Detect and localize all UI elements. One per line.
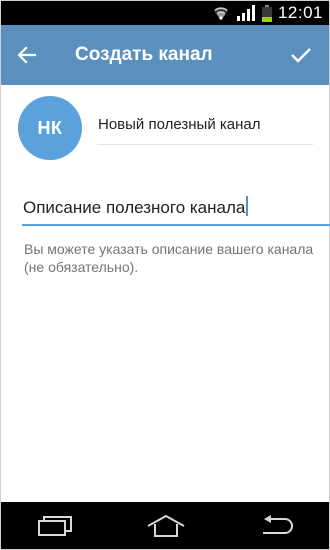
status-bar: 12:01 xyxy=(1,1,329,25)
avatar-initials: НК xyxy=(37,117,63,138)
description-hint: Вы можете указать описание вашего канала… xyxy=(24,241,314,275)
arrow-left-icon xyxy=(17,46,37,64)
channel-description-input[interactable]: Описание полезного канала xyxy=(22,188,330,224)
channel-avatar[interactable]: НК xyxy=(18,96,82,160)
done-button[interactable] xyxy=(285,39,317,71)
check-icon xyxy=(291,48,311,63)
system-back-button[interactable] xyxy=(237,502,317,549)
text-cursor xyxy=(246,196,249,216)
navigation-bar xyxy=(1,502,329,549)
back-button[interactable] xyxy=(11,39,43,71)
battery-icon xyxy=(261,4,272,22)
channel-name-input[interactable]: Новый полезный канал xyxy=(97,106,313,145)
channel-name-value: Новый полезный канал xyxy=(98,116,261,133)
page-title: Создать канал xyxy=(75,44,213,65)
recent-apps-icon xyxy=(38,515,72,536)
channel-description-value: Описание полезного канала xyxy=(23,198,246,217)
status-time: 12:01 xyxy=(277,3,323,22)
signal-icon xyxy=(236,5,255,21)
home-icon xyxy=(147,514,185,537)
home-button[interactable] xyxy=(126,502,206,549)
app-bar: Создать канал xyxy=(1,25,329,85)
recent-apps-button[interactable] xyxy=(15,502,95,549)
status-icons: 12:01 xyxy=(212,1,323,25)
wifi-icon xyxy=(213,7,228,20)
description-underline xyxy=(22,224,330,226)
back-icon xyxy=(263,514,293,534)
